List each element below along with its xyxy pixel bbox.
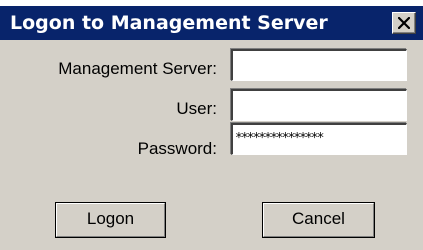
- cancel-button[interactable]: Cancel: [262, 202, 375, 238]
- cancel-button-label: Cancel: [292, 209, 345, 228]
- close-icon: [398, 17, 410, 29]
- logon-button[interactable]: Logon: [55, 202, 166, 238]
- user-input[interactable]: [231, 89, 407, 121]
- logon-dialog: Logon to Management Server Management Se…: [0, 6, 423, 250]
- server-input[interactable]: [231, 49, 407, 81]
- server-label: Management Server:: [58, 59, 217, 78]
- title-bar[interactable]: Logon to Management Server: [0, 6, 423, 40]
- close-button[interactable]: [392, 12, 416, 34]
- logon-button-label: Logon: [86, 209, 135, 228]
- window-title: Logon to Management Server: [10, 12, 328, 34]
- user-label: User:: [176, 99, 217, 118]
- password-label: Password:: [137, 139, 217, 158]
- password-input[interactable]: ***************: [231, 123, 407, 155]
